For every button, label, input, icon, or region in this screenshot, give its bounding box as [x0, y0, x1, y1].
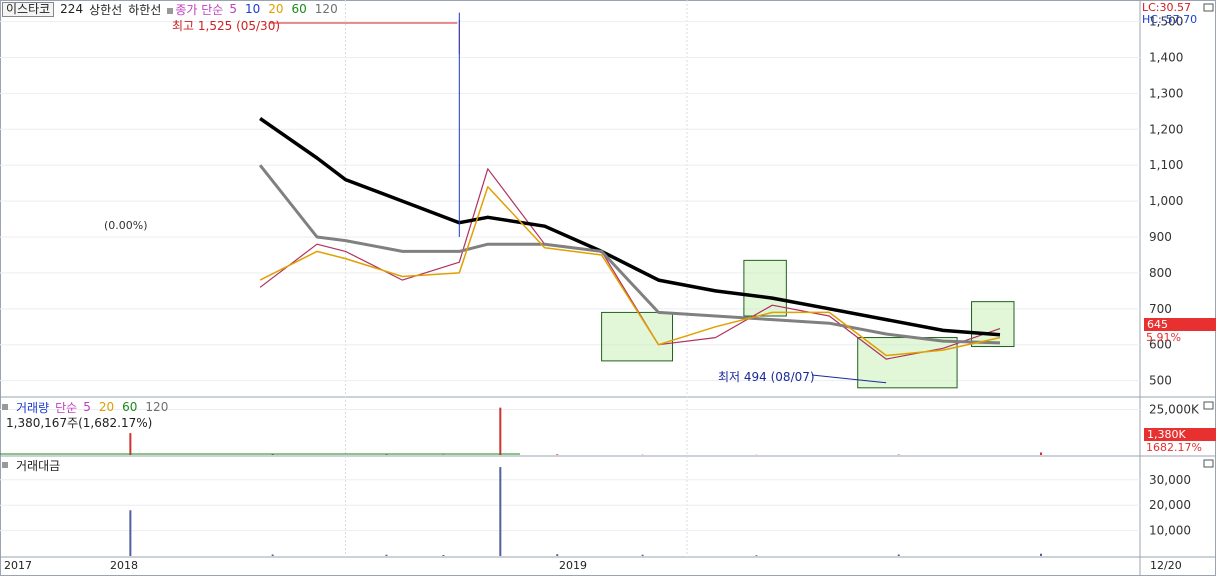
x-axis-label-2018: 2018 [110, 559, 138, 572]
lower-limit-label: 하한선 [128, 1, 161, 18]
price-tick-label: 1,400 [1149, 50, 1183, 64]
ticker: 224 [60, 2, 83, 16]
amount-tick-label: 10,000 [1149, 524, 1191, 538]
volume-panel-toggle-icon [1204, 402, 1213, 409]
x-axis-label-2017: 2017 [4, 559, 32, 572]
series-line-ma120 [260, 119, 1000, 335]
volume-bar [556, 454, 558, 455]
hc-readout: HC:-57.70 [1142, 13, 1197, 26]
legend-square-icon [2, 404, 8, 410]
volume-bar [1040, 452, 1042, 455]
amount-panel-toggle-icon [1204, 460, 1213, 467]
legend-square-icon [2, 462, 8, 468]
price-tick-label: 800 [1149, 266, 1172, 280]
amount-bar [642, 555, 644, 556]
amount-bar [499, 467, 501, 556]
price-type-label[interactable]: 종가 단순 [167, 1, 223, 18]
amount-title[interactable]: 거래대금 [16, 457, 60, 474]
price-panel-header: 이스타코 224 상한선 하한선 종가 단순 5 10 20 60 120 [2, 1, 338, 17]
upper-limit-label: 상한선 [89, 1, 122, 18]
x-axis-right-label: 12/20 [1150, 559, 1182, 572]
volume-type: 단순 [55, 399, 77, 416]
amount-tick-label: 20,000 [1149, 498, 1191, 512]
amount-bar [755, 555, 757, 556]
ma-period-20[interactable]: 20 [268, 2, 283, 16]
amount-bar [129, 510, 131, 556]
highlight-box [744, 260, 786, 316]
volume-period-60[interactable]: 60 [122, 400, 137, 414]
high-annotation: 최고 1,525 (05/30) [172, 17, 280, 34]
price-tick-label: 500 [1149, 374, 1172, 388]
highlight-box [602, 312, 673, 360]
amount-bar [442, 555, 444, 556]
amount-panel-header: 거래대금 [2, 457, 60, 473]
volume-tick-label: 25,000K [1149, 402, 1200, 416]
volume-bar [272, 454, 274, 455]
volume-bar [129, 433, 131, 455]
last-volume-badge: 1,380K [1144, 428, 1216, 441]
ma-period-10[interactable]: 10 [245, 2, 260, 16]
last-price-badge: 645 [1144, 318, 1216, 331]
amount-bar [1040, 554, 1042, 556]
price-tick-label: 1,000 [1149, 194, 1183, 208]
legend-square-icon [167, 8, 173, 14]
ma-period-5[interactable]: 5 [229, 2, 237, 16]
volume-bar [499, 408, 501, 455]
x-axis-label-2019: 2019 [559, 559, 587, 572]
price-tick-label: 1,200 [1149, 122, 1183, 136]
chart-canvas[interactable]: 5006007008009001,0001,1001,2001,3001,400… [0, 0, 1216, 576]
low-annotation: 최저 494 (08/07) [718, 368, 815, 385]
volume-title[interactable]: 거래량 [16, 399, 49, 416]
chart-stage: 5006007008009001,0001,1001,2001,3001,400… [0, 0, 1216, 576]
volume-period-120[interactable]: 120 [145, 400, 168, 414]
volume-period-5[interactable]: 5 [83, 400, 91, 414]
ma-period-60[interactable]: 60 [292, 2, 307, 16]
price-tick-label: 1,100 [1149, 158, 1183, 172]
volume-period-list: 5 20 60 120 [83, 400, 168, 414]
ma-period-120[interactable]: 120 [315, 2, 338, 16]
price-tick-label: 700 [1149, 302, 1172, 316]
price-tick-label: 1,300 [1149, 86, 1183, 100]
market-chip[interactable]: 이스타코 [2, 2, 54, 17]
price-panel-toggle-icon [1204, 4, 1213, 11]
amount-bar [556, 554, 558, 556]
amount-bar [385, 555, 387, 556]
outer-frame [1, 1, 1216, 576]
last-volume-change: 1682.17% [1146, 441, 1202, 454]
volume-panel-header: 거래량 단순 5 20 60 120 [2, 399, 168, 415]
ma-period-list: 5 10 20 60 120 [229, 2, 337, 16]
volume-period-20[interactable]: 20 [99, 400, 114, 414]
volume-current-value: 1,380,167주(1,682.17%) [6, 414, 152, 431]
amount-tick-label: 30,000 [1149, 473, 1191, 487]
reference-annotation: (0.00%) [104, 219, 148, 232]
amount-bar [898, 554, 900, 556]
amount-bar [272, 554, 274, 556]
price-tick-label: 900 [1149, 230, 1172, 244]
last-change-readout: 5.91% [1146, 331, 1181, 344]
